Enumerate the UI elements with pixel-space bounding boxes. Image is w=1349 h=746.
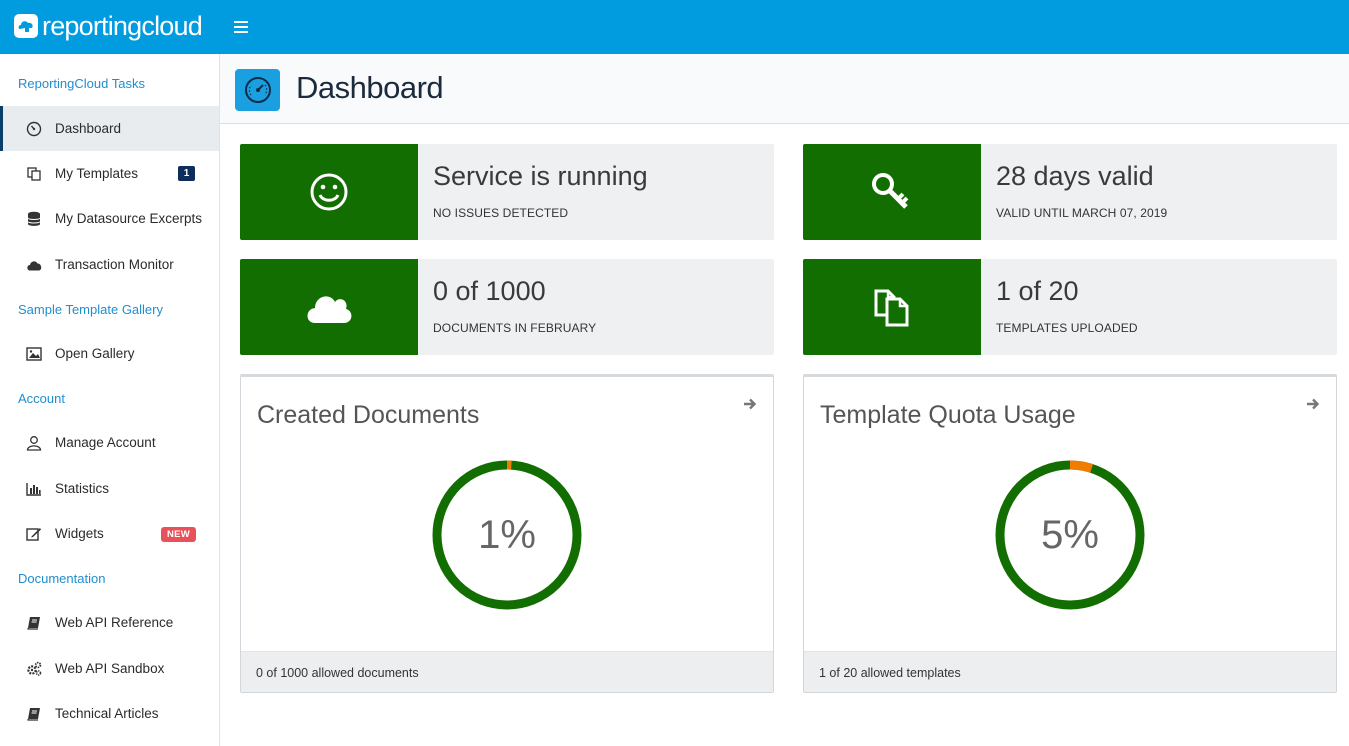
sidebar-item-open-gallery[interactable]: Open Gallery [0, 331, 219, 376]
card-title: Template Quota Usage [820, 401, 1076, 429]
sidebar-item-manage-account[interactable]: Manage Account [0, 420, 219, 465]
cloud-icon [240, 259, 418, 355]
page-title: Dashboard [296, 70, 444, 105]
speedometer-icon [25, 120, 43, 138]
sidebar-item-label: My Templates [55, 166, 139, 181]
templates-count-badge: 1 [178, 166, 195, 181]
documents-tile: 0 of 1000 DOCUMENTS IN FEBRUARY [240, 259, 774, 355]
sidebar-item-label: Technical Articles [55, 706, 159, 721]
sidebar-section-account: Account [18, 391, 65, 406]
arrow-right-icon[interactable] [1306, 397, 1322, 413]
tile-subtitle: VALID UNTIL MARCH 07, 2019 [996, 206, 1168, 220]
book-icon [25, 614, 43, 632]
top-bar: reportingcloud [0, 0, 1349, 54]
sidebar-item-label: Transaction Monitor [55, 257, 174, 272]
sidebar-item-dashboard[interactable]: Dashboard [0, 106, 219, 151]
sidebar-section-gallery: Sample Template Gallery [18, 302, 163, 317]
sidebar-item-statistics[interactable]: Statistics [0, 466, 219, 511]
donut-percent-label: 1% [478, 512, 536, 557]
sidebar-item-label: Widgets [55, 526, 104, 541]
sidebar-item-web-api-sandbox[interactable]: Web API Sandbox [0, 646, 219, 691]
sidebar-item-my-templates[interactable]: My Templates 1 [0, 151, 219, 196]
database-icon [25, 210, 43, 228]
sidebar-item-datasource-excerpts[interactable]: My Datasource Excerpts [0, 196, 219, 241]
tile-value: 1 of 20 [996, 276, 1079, 306]
sidebar-item-transaction-monitor[interactable]: Transaction Monitor [0, 242, 219, 287]
edit-icon [25, 525, 43, 543]
tile-subtitle: TEMPLATES UPLOADED [996, 321, 1138, 335]
sidebar-item-web-api-reference[interactable]: Web API Reference [0, 600, 219, 645]
new-badge: NEW [161, 527, 197, 542]
sidebar-section-documentation: Documentation [18, 571, 106, 586]
sidebar-item-label: Manage Account [55, 435, 156, 450]
templates-tile: 1 of 20 TEMPLATES UPLOADED [803, 259, 1337, 355]
tile-value: 28 days valid [996, 161, 1154, 191]
tile-value: 0 of 1000 [433, 276, 546, 306]
key-icon [803, 144, 981, 240]
card-footer: 0 of 1000 allowed documents [241, 651, 773, 692]
sidebar-item-label: Dashboard [55, 121, 122, 136]
tile-subtitle: NO ISSUES DETECTED [433, 206, 569, 220]
documents-donut-chart: 1% [431, 459, 583, 611]
sidebar: ReportingCloud Tasks Dashboard My Templa… [0, 54, 220, 746]
user-icon [25, 434, 43, 452]
card-footer-text: 0 of 1000 allowed documents [256, 666, 419, 680]
service-status-tile: Service is running NO ISSUES DETECTED [240, 144, 774, 240]
tile-subtitle: DOCUMENTS IN FEBRUARY [433, 321, 597, 335]
copy-icon [25, 165, 43, 183]
donut-percent-label: 5% [1041, 512, 1099, 557]
quota-donut-chart: 5% [994, 459, 1146, 611]
sidebar-item-label: My Datasource Excerpts [55, 211, 203, 226]
card-footer-text: 1 of 20 allowed templates [819, 666, 961, 680]
cloud-icon [25, 256, 43, 274]
card-title: Created Documents [257, 401, 480, 429]
card-footer: 1 of 20 allowed templates [804, 651, 1336, 692]
arrow-right-icon[interactable] [743, 397, 759, 413]
bar-chart-icon [25, 480, 43, 498]
smiley-icon [240, 144, 418, 240]
sidebar-section-tasks: ReportingCloud Tasks [18, 76, 145, 91]
sidebar-item-widgets[interactable]: Widgets NEW [0, 511, 219, 556]
brand-logo[interactable]: reportingcloud [14, 10, 203, 42]
sidebar-item-technical-articles[interactable]: Technical Articles [0, 691, 219, 736]
license-validity-tile: 28 days valid VALID UNTIL MARCH 07, 2019 [803, 144, 1337, 240]
sidebar-item-label: Statistics [55, 481, 110, 496]
page-header: Dashboard [220, 54, 1349, 124]
gears-icon [25, 660, 43, 678]
logo-mark-icon [14, 14, 38, 38]
image-icon [25, 345, 43, 363]
book-icon [25, 705, 43, 723]
tile-value: Service is running [433, 161, 648, 191]
dashboard-speedometer-icon [235, 69, 280, 111]
files-icon [803, 259, 981, 355]
menu-toggle-icon[interactable] [234, 18, 248, 36]
template-quota-card: Template Quota Usage 5% 1 of 20 allowed … [803, 374, 1337, 693]
created-documents-card: Created Documents 1% 0 of 1000 allowed d… [240, 374, 774, 693]
sidebar-item-label: Web API Reference [55, 615, 174, 630]
sidebar-item-label: Web API Sandbox [55, 661, 165, 676]
brand-name: reportingcloud [42, 11, 203, 41]
sidebar-item-label: Open Gallery [55, 346, 135, 361]
